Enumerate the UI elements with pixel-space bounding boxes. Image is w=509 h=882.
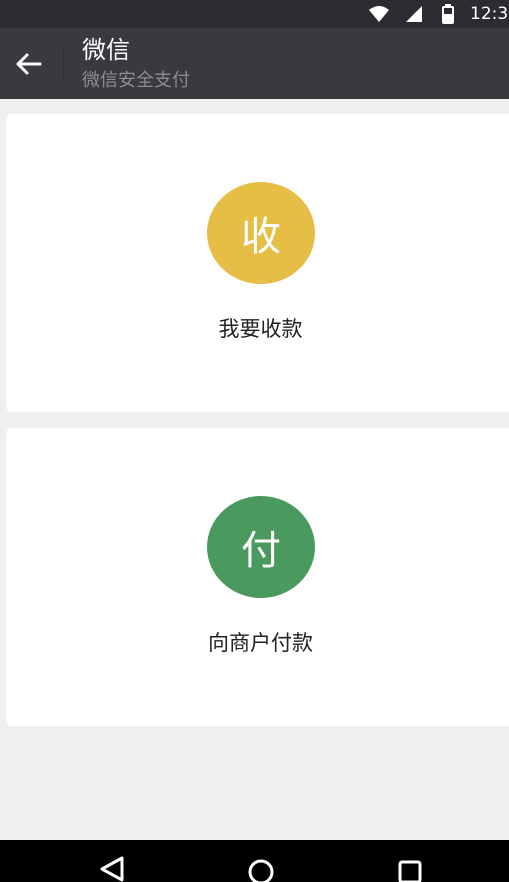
receive-money-card[interactable]: 收 我要收款: [6, 114, 509, 412]
page-subtitle: 微信安全支付: [82, 70, 190, 91]
receive-money-label: 我要收款: [218, 317, 303, 341]
receive-icon: 收: [207, 182, 315, 284]
page-title: 微信: [82, 36, 130, 64]
status-bar: 12:30: [0, 0, 509, 28]
battery-icon: [442, 4, 454, 24]
home-circle-icon[interactable]: [241, 854, 281, 882]
pay-merchant-label: 向商户付款: [208, 631, 313, 655]
pay-icon: 付: [207, 496, 315, 598]
receive-icon-glyph: 收: [241, 214, 281, 260]
wifi-icon: [369, 6, 389, 22]
title-divider: [63, 48, 64, 80]
navigation-bar: [0, 840, 509, 882]
back-button[interactable]: [6, 42, 50, 86]
status-time: 12:30: [470, 4, 509, 24]
arrow-left-icon: [16, 53, 42, 75]
pay-merchant-card[interactable]: 付 向商户付款: [6, 428, 509, 726]
pay-icon-glyph: 付: [241, 528, 281, 574]
title-bar: 微信 微信安全支付: [0, 28, 509, 99]
back-triangle-icon[interactable]: [92, 854, 132, 882]
recents-square-icon[interactable]: [390, 854, 430, 882]
signal-icon: [406, 6, 422, 22]
